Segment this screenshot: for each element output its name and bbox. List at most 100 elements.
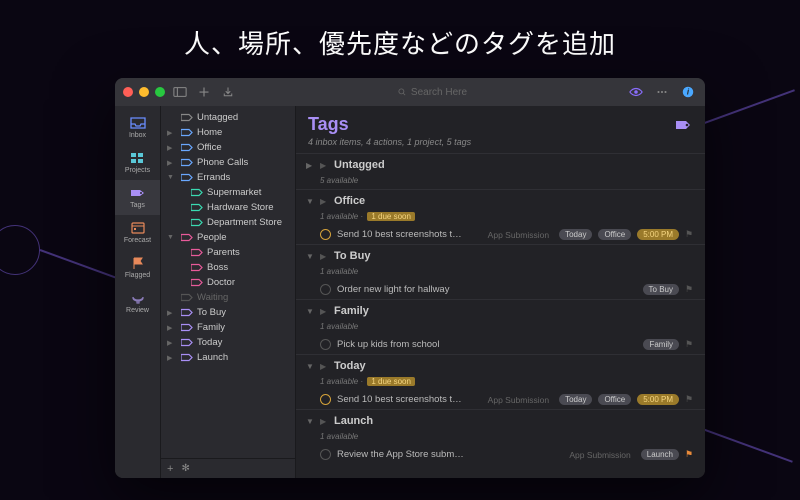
- rail-review[interactable]: Review: [115, 285, 160, 320]
- sidebar-tag-launch[interactable]: ▶Launch: [161, 350, 295, 365]
- add-tag-button[interactable]: +: [167, 463, 173, 475]
- group-header[interactable]: ▼▶Office: [296, 190, 705, 212]
- tag-color-icon: [181, 128, 193, 137]
- app-window: Search Here i InboxProjectsTagsForecastF…: [115, 78, 705, 478]
- task-row[interactable]: Review the App Store subm…App Submission…: [296, 445, 705, 464]
- tag-label: Family: [197, 322, 225, 333]
- sidebar-settings-icon[interactable]: ✻: [181, 463, 189, 474]
- rail-forecast[interactable]: Forecast: [115, 215, 160, 250]
- inbox-icon: [129, 116, 147, 130]
- flag-icon[interactable]: ⚑: [685, 284, 695, 295]
- group-header[interactable]: ▶▶Untagged: [296, 154, 705, 176]
- sidebar-tag-hardware-store[interactable]: Hardware Store: [161, 200, 295, 215]
- flag-icon[interactable]: ⚑: [685, 229, 695, 240]
- add-button[interactable]: [195, 83, 213, 101]
- tag-pill[interactable]: Office: [598, 229, 631, 240]
- task-title: Send 10 best screenshots t…: [337, 394, 482, 405]
- tag-label: Doctor: [207, 277, 235, 288]
- task-checkbox[interactable]: [320, 449, 331, 460]
- group-header[interactable]: ▼▶Today: [296, 355, 705, 377]
- sidebar-tag-waiting[interactable]: Waiting: [161, 290, 295, 305]
- sidebar-tag-office[interactable]: ▶Office: [161, 140, 295, 155]
- tag-pill[interactable]: Today: [559, 229, 592, 240]
- tag-color-icon: [181, 158, 193, 167]
- task-row[interactable]: Send 10 best screenshots t…App Submissio…: [296, 390, 705, 409]
- tag-group-family: ▼▶Family1 availablePick up kids from sch…: [296, 299, 705, 354]
- titlebar: Search Here i: [115, 78, 705, 106]
- rail-flagged[interactable]: Flagged: [115, 250, 160, 285]
- group-subtitle: 1 available · 1 due soon: [296, 377, 705, 390]
- group-subtitle: 1 available: [296, 432, 705, 445]
- task-row[interactable]: Pick up kids from schoolFamily⚑: [296, 335, 705, 354]
- group-header[interactable]: ▼▶Family: [296, 300, 705, 322]
- tag-color-icon: [181, 353, 193, 362]
- task-title: Review the App Store subm…: [337, 449, 563, 460]
- info-icon[interactable]: i: [679, 83, 697, 101]
- more-icon[interactable]: [653, 83, 671, 101]
- tag-pill[interactable]: Today: [559, 394, 592, 405]
- tag-color-icon: [181, 293, 193, 302]
- disclosure-icon: [177, 204, 187, 212]
- sidebar-tag-doctor[interactable]: Doctor: [161, 275, 295, 290]
- sidebar-tag-people[interactable]: ▼People: [161, 230, 295, 245]
- sidebar-tag-untagged[interactable]: Untagged: [161, 110, 295, 125]
- main-panel: Tags 4 inbox items, 4 actions, 1 project…: [296, 106, 705, 478]
- tag-chevron-icon: ▶: [320, 252, 328, 261]
- quick-entry-button[interactable]: [219, 83, 237, 101]
- view-icon[interactable]: [627, 83, 645, 101]
- group-title: Family: [334, 305, 369, 317]
- tag-chevron-icon: ▶: [320, 362, 328, 371]
- forecast-icon: [129, 221, 147, 235]
- rail-tags[interactable]: Tags: [115, 180, 160, 215]
- flag-icon[interactable]: ⚑: [685, 394, 695, 405]
- disclosure-icon: [177, 264, 187, 272]
- sidebar-tag-family[interactable]: ▶ Family: [161, 320, 295, 335]
- sidebar-tag-home[interactable]: ▶Home: [161, 125, 295, 140]
- sidebar-tag-to-buy[interactable]: ▶To Buy: [161, 305, 295, 320]
- tag-label: Errands: [197, 172, 230, 183]
- task-checkbox[interactable]: [320, 339, 331, 350]
- sidebar-tag-today[interactable]: ▶Today: [161, 335, 295, 350]
- sidebar-tag-errands[interactable]: ▼Errands: [161, 170, 295, 185]
- task-checkbox[interactable]: [320, 284, 331, 295]
- close-icon[interactable]: [123, 87, 133, 97]
- search-placeholder: Search Here: [411, 87, 467, 98]
- tag-pill[interactable]: Office: [598, 394, 631, 405]
- traffic-lights: [123, 87, 165, 97]
- tag-color-icon: [181, 143, 193, 152]
- sidebar-tag-parents[interactable]: Parents: [161, 245, 295, 260]
- flag-icon[interactable]: ⚑: [685, 449, 695, 460]
- task-checkbox[interactable]: [320, 394, 331, 405]
- rail-inbox[interactable]: Inbox: [115, 110, 160, 145]
- sidebar-tag-department-store[interactable]: Department Store: [161, 215, 295, 230]
- tag-pill[interactable]: Family: [643, 339, 679, 350]
- rail-projects[interactable]: Projects: [115, 145, 160, 180]
- group-header[interactable]: ▼▶To Buy: [296, 245, 705, 267]
- task-checkbox[interactable]: [320, 229, 331, 240]
- disclosure-icon: ▶: [167, 324, 177, 332]
- search-field[interactable]: Search Here: [243, 87, 621, 98]
- flag-icon[interactable]: ⚑: [685, 339, 695, 350]
- disclosure-icon: [177, 189, 187, 197]
- tag-group-untagged: ▶▶Untagged5 available: [296, 153, 705, 189]
- group-header[interactable]: ▼▶Launch: [296, 410, 705, 432]
- minimize-icon[interactable]: [139, 87, 149, 97]
- sidebar-toggle-icon[interactable]: [171, 83, 189, 101]
- tag-label: Home: [197, 127, 222, 138]
- tag-color-icon: [191, 248, 203, 257]
- tag-label: Parents: [207, 247, 240, 258]
- task-row[interactable]: Order new light for hallwayTo Buy⚑: [296, 280, 705, 299]
- projects-icon: [129, 151, 147, 165]
- sidebar-tag-boss[interactable]: Boss: [161, 260, 295, 275]
- rail-label: Tags: [130, 202, 145, 209]
- zoom-icon[interactable]: [155, 87, 165, 97]
- tag-pill[interactable]: Launch: [641, 449, 679, 460]
- disclosure-icon: [177, 279, 187, 287]
- tag-pill[interactable]: To Buy: [643, 284, 679, 295]
- sidebar-tag-phone-calls[interactable]: ▶Phone Calls: [161, 155, 295, 170]
- sidebar-tag-supermarket[interactable]: Supermarket: [161, 185, 295, 200]
- marketing-headline: 人、場所、優先度などのタグを追加: [0, 0, 800, 61]
- review-icon: [129, 291, 147, 305]
- task-row[interactable]: Send 10 best screenshots t…App Submissio…: [296, 225, 705, 244]
- main-subtitle: 4 inbox items, 4 actions, 1 project, 5 t…: [308, 137, 693, 147]
